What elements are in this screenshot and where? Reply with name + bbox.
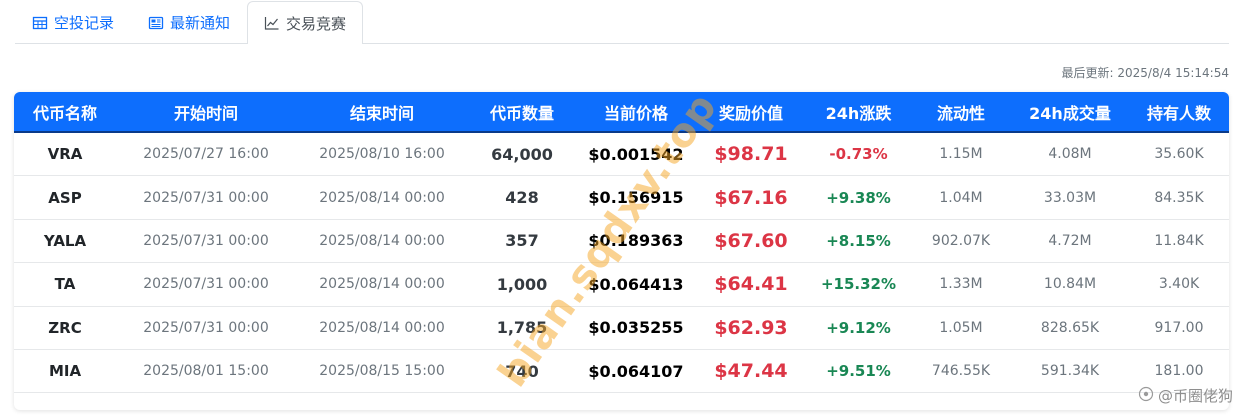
cell-symbol: MIA [48, 362, 82, 381]
cell-change: +8.15% [826, 231, 891, 250]
cell-change: +15.32% [820, 275, 897, 294]
table-row[interactable]: ASP 2025/07/31 00:00 2025/08/14 00:00 42… [14, 176, 1229, 220]
cell-holders: 84.35K [1154, 189, 1204, 206]
cell-quantity: 1,785 [496, 318, 548, 338]
col-header[interactable]: 当前价格 [576, 92, 696, 131]
cell-quantity: 64,000 [491, 144, 553, 164]
table-header: 代币名称 开始时间 结束时间 代币数量 当前价格 奖励价值 24h涨跌 流动性 … [14, 92, 1229, 133]
cell-change: +9.38% [826, 188, 891, 207]
news-icon [148, 15, 164, 31]
table-icon [32, 15, 48, 31]
tab-label: 最新通知 [170, 14, 231, 32]
cell-liquidity: 902.07K [931, 232, 991, 249]
col-header[interactable]: 开始时间 [116, 92, 296, 131]
tab-airdrop-records[interactable]: 空投记录 [15, 1, 131, 43]
cell-end: 2025/08/14 00:00 [319, 319, 445, 336]
cell-holders: 3.40K [1158, 276, 1200, 293]
last-updated: 最后更新: 2025/8/4 15:14:54 [1061, 66, 1229, 80]
cell-reward: $67.16 [714, 186, 788, 209]
tab-label: 空投记录 [54, 14, 115, 32]
table-row[interactable]: VRA 2025/07/27 16:00 2025/08/10 16:00 64… [14, 133, 1229, 177]
table-row[interactable]: ZRC 2025/07/31 00:00 2025/08/14 00:00 1,… [14, 307, 1229, 350]
cell-start: 2025/07/31 00:00 [143, 276, 269, 293]
competition-table: 代币名称 开始时间 结束时间 代币数量 当前价格 奖励价值 24h涨跌 流动性 … [14, 92, 1229, 410]
cell-start: 2025/07/31 00:00 [143, 319, 269, 336]
tab-label: 交易竞赛 [286, 14, 347, 33]
cell-symbol: ZRC [48, 318, 82, 337]
cell-price: $0.189363 [588, 231, 684, 251]
cell-liquidity: 746.55K [931, 363, 991, 380]
cell-volume: 4.08M [1048, 146, 1092, 163]
author-name: @币圈佬狗 [1157, 387, 1233, 405]
table-row[interactable]: YALA 2025/07/31 00:00 2025/08/14 00:00 3… [14, 220, 1229, 264]
tab-bar: 空投记录 最新通知 交易竞赛 [15, 0, 1229, 44]
cell-price: $0.064413 [588, 274, 684, 294]
table-row[interactable]: MIA 2025/08/01 15:00 2025/08/15 15:00 74… [14, 350, 1229, 394]
cell-liquidity: 1.33M [939, 276, 983, 293]
cell-start: 2025/08/01 15:00 [143, 363, 269, 380]
cell-symbol: ASP [48, 188, 82, 207]
col-header[interactable]: 代币名称 [14, 92, 116, 131]
table-row[interactable]: TA 2025/07/31 00:00 2025/08/14 00:00 1,0… [14, 263, 1229, 307]
cell-change: +9.12% [826, 318, 891, 337]
cell-end: 2025/08/15 15:00 [319, 363, 445, 380]
cell-price: $0.156915 [588, 188, 684, 208]
cell-price: $0.035255 [588, 318, 684, 338]
page: 空投记录 最新通知 交易竞赛 最后更新: 2025/8/4 15:14:54 代… [0, 0, 1243, 418]
col-header[interactable]: 24h成交量 [1011, 92, 1129, 131]
cell-quantity: 357 [505, 231, 539, 251]
cell-liquidity: 1.04M [939, 189, 983, 206]
cell-holders: 35.60K [1154, 146, 1204, 163]
cell-end: 2025/08/14 00:00 [319, 232, 445, 249]
cell-volume: 33.03M [1043, 189, 1097, 206]
cell-holders: 11.84K [1154, 232, 1204, 249]
cell-symbol: YALA [43, 231, 87, 250]
cell-reward: $67.60 [714, 229, 788, 252]
chart-line-icon [264, 15, 280, 31]
col-header[interactable]: 持有人数 [1129, 92, 1229, 131]
cell-end: 2025/08/14 00:00 [319, 189, 445, 206]
cell-symbol: TA [54, 275, 76, 294]
cell-start: 2025/07/31 00:00 [143, 189, 269, 206]
cell-start: 2025/07/27 16:00 [143, 146, 269, 163]
col-header[interactable]: 24h涨跌 [806, 92, 911, 131]
cell-quantity: 1,000 [496, 274, 548, 294]
cell-symbol: VRA [47, 145, 83, 164]
author-watermark: @币圈佬狗 [1138, 385, 1233, 406]
cell-holders: 917.00 [1154, 319, 1204, 336]
cell-volume: 4.72M [1048, 232, 1092, 249]
cell-liquidity: 1.05M [939, 319, 983, 336]
cell-start: 2025/07/31 00:00 [143, 232, 269, 249]
author-icon [1138, 386, 1154, 406]
cell-price: $0.001542 [588, 144, 684, 164]
cell-volume: 828.65K [1040, 319, 1100, 336]
cell-volume: 10.84M [1043, 276, 1097, 293]
tab-latest-notices[interactable]: 最新通知 [131, 1, 247, 43]
cell-reward: $62.93 [714, 316, 788, 339]
cell-volume: 591.34K [1040, 363, 1100, 380]
col-header[interactable]: 代币数量 [468, 92, 576, 131]
cell-reward: $64.41 [714, 273, 788, 296]
cell-price: $0.064107 [588, 361, 684, 381]
col-header[interactable]: 奖励价值 [696, 92, 806, 131]
cell-reward: $47.44 [714, 360, 788, 383]
cell-change: -0.73% [829, 145, 888, 164]
cell-quantity: 428 [505, 188, 539, 208]
cell-liquidity: 1.15M [939, 146, 983, 163]
cell-change: +9.51% [826, 362, 891, 381]
tab-trading-competition[interactable]: 交易竞赛 [247, 1, 364, 44]
col-header[interactable]: 结束时间 [296, 92, 468, 131]
cell-end: 2025/08/10 16:00 [319, 146, 445, 163]
cell-reward: $98.71 [714, 143, 788, 166]
col-header[interactable]: 流动性 [911, 92, 1011, 131]
cell-end: 2025/08/14 00:00 [319, 276, 445, 293]
cell-quantity: 740 [505, 361, 539, 381]
